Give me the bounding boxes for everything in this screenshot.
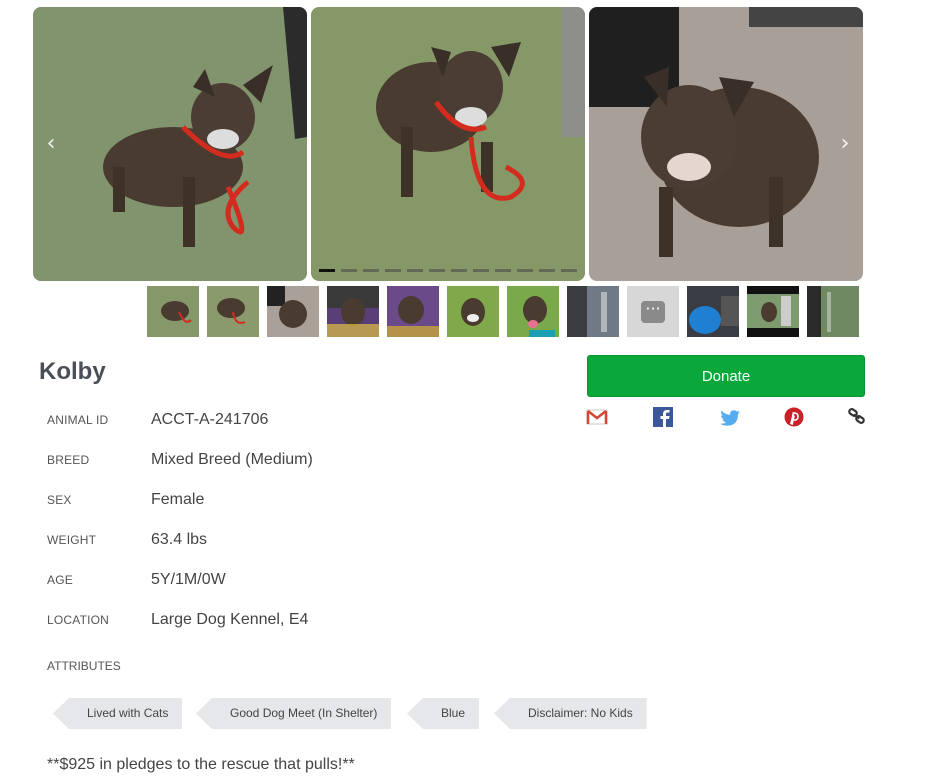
carousel-dot[interactable] [451,269,467,272]
carousel-photo-1[interactable]: ‹ [33,7,307,281]
facebook-icon[interactable] [652,407,674,427]
carousel-dot[interactable] [319,269,335,272]
thumbnail-6[interactable] [447,286,499,337]
detail-label: WEIGHT [47,533,97,547]
detail-value: 63.4 lbs [151,531,208,548]
pinterest-icon[interactable] [783,407,805,427]
thumbnail-3[interactable] [267,286,319,337]
carousel-dot[interactable] [385,269,401,272]
detail-value: Large Dog Kennel, E4 [151,611,309,628]
dog-photo-image [311,7,585,281]
twitter-icon[interactable] [719,407,741,427]
carousel-dot[interactable] [363,269,379,272]
thumbnail-video[interactable]: ··· [627,286,679,337]
carousel-dot[interactable] [429,269,445,272]
carousel-photo-2[interactable] [311,7,585,281]
carousel-dot[interactable] [341,269,357,272]
detail-row-breed: BREED Mixed Breed (Medium) [47,451,313,469]
thumbnail-10[interactable] [687,286,739,337]
detail-row-sex: SEX Female [47,491,204,509]
thumbnail-5[interactable] [387,286,439,337]
thumbnail-11[interactable] [747,286,799,337]
detail-label: LOCATION [47,613,110,627]
detail-row-animal-id: ANIMAL ID ACCT-A-241706 [47,411,268,429]
pledge-note: **$925 in pledges to the rescue that pul… [47,756,355,773]
detail-label: BREED [47,453,90,467]
carousel-dot[interactable] [407,269,423,272]
carousel-dot[interactable] [495,269,511,272]
carousel-dot[interactable] [517,269,533,272]
thumbnail-2[interactable] [207,286,259,337]
photo-carousel[interactable]: ‹ › [33,7,863,281]
detail-row-location: LOCATION Large Dog Kennel, E4 [47,611,308,629]
link-icon[interactable] [846,407,868,427]
thumbnail-4[interactable] [327,286,379,337]
carousel-dot[interactable] [539,269,555,272]
carousel-dots [319,269,577,272]
donate-button[interactable]: Donate [587,355,865,397]
attribute-tag: Disclaimer: No Kids [494,698,647,729]
detail-value: ACCT-A-241706 [151,411,269,428]
carousel-next-button[interactable]: › [835,132,855,156]
dog-photo-image [589,7,863,281]
carousel-dot[interactable] [561,269,577,272]
thumbnail-1[interactable] [147,286,199,337]
attribute-tag: Lived with Cats [53,698,183,729]
detail-row-age: AGE 5Y/1M/0W [47,571,226,589]
attributes-label: ATTRIBUTES [47,659,121,673]
thumbnail-strip: ··· [147,286,859,337]
attribute-tag: Blue [407,698,480,729]
detail-label: AGE [47,573,73,587]
thumbnail-12[interactable] [807,286,859,337]
carousel-photo-3[interactable]: › [589,7,863,281]
carousel-dot[interactable] [473,269,489,272]
animal-name: Kolby [39,358,106,385]
detail-value: 5Y/1M/0W [151,571,226,588]
more-icon: ··· [641,300,665,323]
detail-value: Mixed Breed (Medium) [151,451,313,468]
thumbnail-7[interactable] [507,286,559,337]
detail-value: Female [151,491,205,508]
carousel-prev-button[interactable]: ‹ [41,132,61,156]
attribute-tag: Good Dog Meet (In Shelter) [196,698,392,729]
dog-photo-image [33,7,307,281]
gmail-icon[interactable] [586,407,608,427]
detail-row-weight: WEIGHT 63.4 lbs [47,531,207,549]
detail-label: SEX [47,493,72,507]
detail-label: ANIMAL ID [47,413,109,427]
thumbnail-8[interactable] [567,286,619,337]
